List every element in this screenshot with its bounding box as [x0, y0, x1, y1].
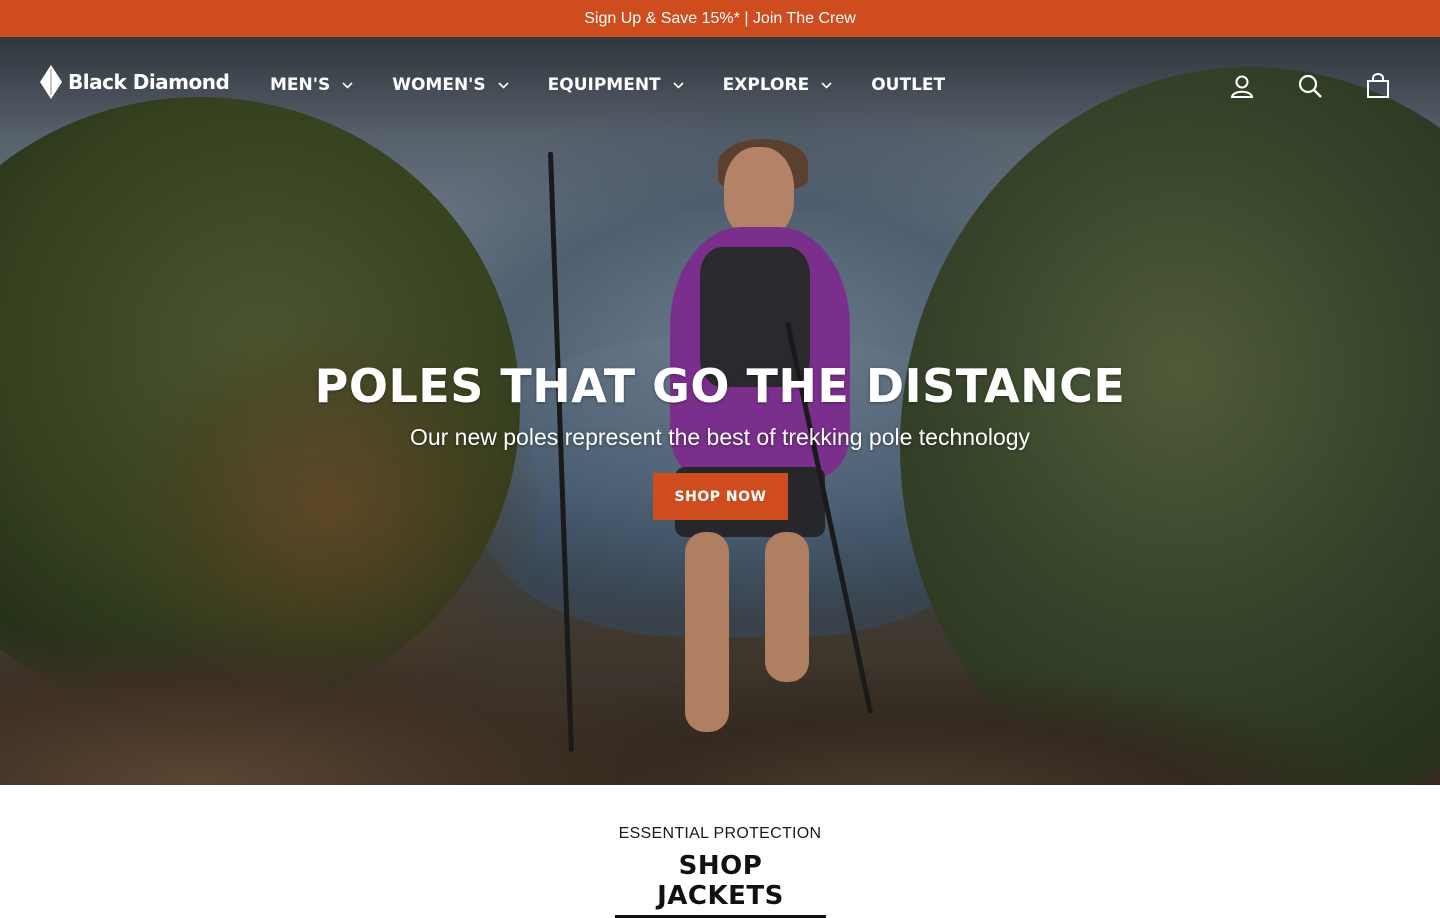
chevron-down-icon	[342, 81, 353, 89]
nav-item-label: EQUIPMENT	[547, 75, 661, 95]
hero-copy: POLES THAT GO THE DISTANCE Our new poles…	[0, 358, 1440, 451]
diamond-logo-icon	[40, 65, 62, 99]
hero-title: POLES THAT GO THE DISTANCE	[314, 359, 1126, 413]
nav-item-label: MEN'S	[270, 75, 331, 95]
chevron-down-icon	[673, 81, 684, 89]
section-eyebrow: ESSENTIAL PROTECTION	[618, 825, 822, 842]
announcement-bar[interactable]: Sign Up & Save 15%* | Join The Crew	[0, 0, 1440, 37]
brand-logo[interactable]: Black Diamond	[40, 65, 230, 99]
nav-item-womens[interactable]: WOMEN'S	[392, 75, 509, 95]
search-icon[interactable]	[1297, 73, 1323, 99]
shop-jackets-link[interactable]: SHOP JACKETS	[615, 851, 826, 918]
nav-item-outlet[interactable]: OUTLET	[871, 75, 945, 95]
nav-item-label: OUTLET	[871, 75, 946, 95]
brand-name: Black Diamond	[68, 70, 230, 94]
main-nav: MEN'S WOMEN'S EQUIPMENT EXPLORE OUTLET	[270, 70, 984, 100]
nav-item-explore[interactable]: EXPLORE	[723, 75, 833, 95]
shop-now-button[interactable]: SHOP NOW	[653, 473, 788, 520]
nav-item-label: EXPLORE	[722, 75, 810, 95]
nav-item-equipment[interactable]: EQUIPMENT	[548, 75, 684, 95]
announcement-text[interactable]: Sign Up & Save 15%* | Join The Crew	[584, 10, 856, 28]
hero-hiker-figure	[640, 139, 860, 767]
featured-section: ESSENTIAL PROTECTION SHOP JACKETS	[0, 785, 1440, 918]
hero-subtitle: Our new poles represent the best of trek…	[409, 424, 1031, 450]
account-icon[interactable]	[1229, 73, 1255, 99]
nav-item-label: WOMEN'S	[392, 75, 486, 95]
nav-item-mens[interactable]: MEN'S	[270, 75, 353, 95]
chevron-down-icon	[498, 81, 509, 89]
chevron-down-icon	[821, 81, 832, 89]
cart-icon[interactable]	[1365, 73, 1391, 99]
